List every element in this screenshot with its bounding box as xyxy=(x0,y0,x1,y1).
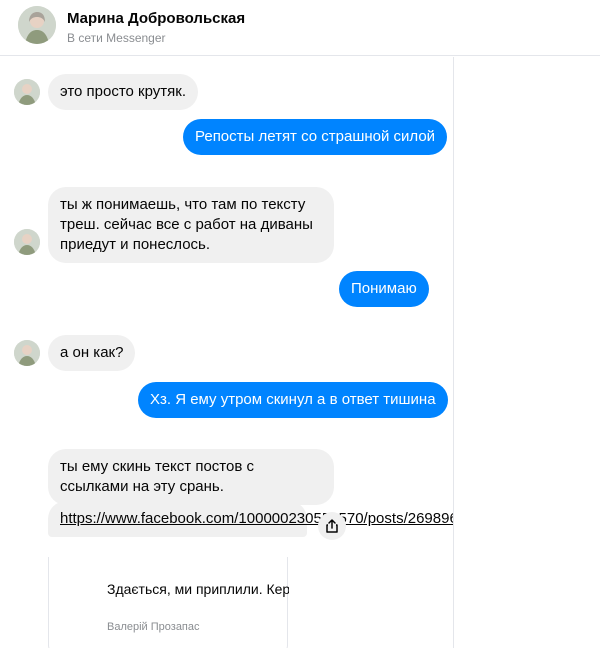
sender-avatar[interactable] xyxy=(14,340,40,366)
sender-avatar[interactable] xyxy=(14,79,40,105)
message-outgoing[interactable]: Хз. Я ему утром скинул а в ответ тишина xyxy=(138,382,448,418)
link-preview-card[interactable]: Здається, ми приплили. Керівн Валерій Пр… xyxy=(48,557,289,648)
message-incoming[interactable]: ты ему скинь текст постов с ссылками на … xyxy=(48,449,334,505)
message-outgoing[interactable]: Репосты летят со страшной силой xyxy=(183,119,448,155)
contact-name[interactable]: Марина Добровольская xyxy=(67,10,245,27)
message-incoming[interactable]: а он как? xyxy=(48,335,136,371)
message-thread: это просто крутяк. Репосты летят со стра… xyxy=(0,57,454,648)
chat-header: Марина Добровольская В сети Messenger xyxy=(0,0,600,56)
share-button[interactable] xyxy=(318,512,346,540)
preview-author: Валерій Прозапас xyxy=(107,621,200,633)
shared-link[interactable]: https://www.facebook.com/100000230550570… xyxy=(48,501,453,537)
message-incoming[interactable]: это просто крутяк. xyxy=(48,74,199,110)
message-incoming[interactable]: ты ж понимаешь, что там по тексту треш. … xyxy=(48,187,334,263)
share-icon xyxy=(326,519,338,533)
contact-avatar[interactable] xyxy=(18,6,56,44)
message-outgoing[interactable]: Понимаю xyxy=(339,271,429,307)
contact-status: В сети Messenger xyxy=(67,31,166,45)
sender-avatar[interactable] xyxy=(14,229,40,255)
preview-title: Здається, ми приплили. Керівн xyxy=(107,581,289,597)
